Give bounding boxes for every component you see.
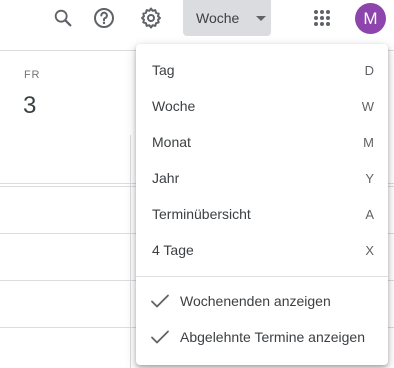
- menu-item-shortcut: A: [365, 206, 374, 222]
- day-number[interactable]: 3: [23, 92, 36, 120]
- menu-item-shortcut: X: [365, 242, 374, 258]
- toggle-show-weekends[interactable]: Wochenenden anzeigen: [136, 283, 388, 319]
- menu-item-label: 4 Tage: [152, 242, 194, 258]
- menu-item-4-days[interactable]: 4 Tage X: [136, 232, 388, 268]
- help-button[interactable]: [89, 3, 119, 33]
- menu-item-label: Monat: [152, 134, 191, 150]
- apps-grid-icon: [314, 10, 330, 26]
- menu-item-shortcut: D: [364, 62, 374, 78]
- menu-item-day[interactable]: Tag D: [136, 52, 388, 88]
- menu-divider: [136, 276, 388, 277]
- view-selector[interactable]: Woche: [183, 0, 271, 36]
- caret-down-icon: [256, 16, 266, 21]
- menu-item-shortcut: Y: [365, 170, 374, 186]
- check-icon: [151, 294, 169, 308]
- gear-icon: [141, 7, 161, 29]
- day-weekday: FR: [24, 69, 41, 81]
- apps-button[interactable]: [307, 3, 337, 33]
- menu-item-month[interactable]: Monat M: [136, 124, 388, 160]
- help-icon: [94, 8, 114, 28]
- menu-item-schedule[interactable]: Terminübersicht A: [136, 196, 388, 232]
- avatar-letter: M: [363, 8, 378, 28]
- view-menu: Tag D Woche W Monat M Jahr Y Terminübers…: [136, 44, 388, 365]
- toggle-show-declined-events[interactable]: Abgelehnte Termine anzeigen: [136, 319, 388, 355]
- grid-column-divider: [130, 135, 131, 368]
- menu-item-week[interactable]: Woche W: [136, 88, 388, 124]
- menu-item-label: Woche: [152, 98, 196, 114]
- menu-item-year[interactable]: Jahr Y: [136, 160, 388, 196]
- check-icon: [151, 330, 169, 344]
- toggle-label: Abgelehnte Termine anzeigen: [180, 329, 365, 345]
- toggle-label: Wochenenden anzeigen: [180, 293, 331, 309]
- search-icon: [54, 9, 72, 27]
- menu-item-shortcut: M: [363, 134, 374, 150]
- menu-item-shortcut: W: [361, 98, 374, 114]
- menu-item-label: Tag: [152, 62, 175, 78]
- avatar[interactable]: M: [355, 3, 386, 34]
- settings-button[interactable]: [136, 3, 166, 33]
- menu-item-label: Jahr: [152, 170, 180, 186]
- view-selector-label: Woche: [196, 10, 240, 26]
- search-button[interactable]: [48, 3, 78, 33]
- menu-item-label: Terminübersicht: [152, 206, 251, 222]
